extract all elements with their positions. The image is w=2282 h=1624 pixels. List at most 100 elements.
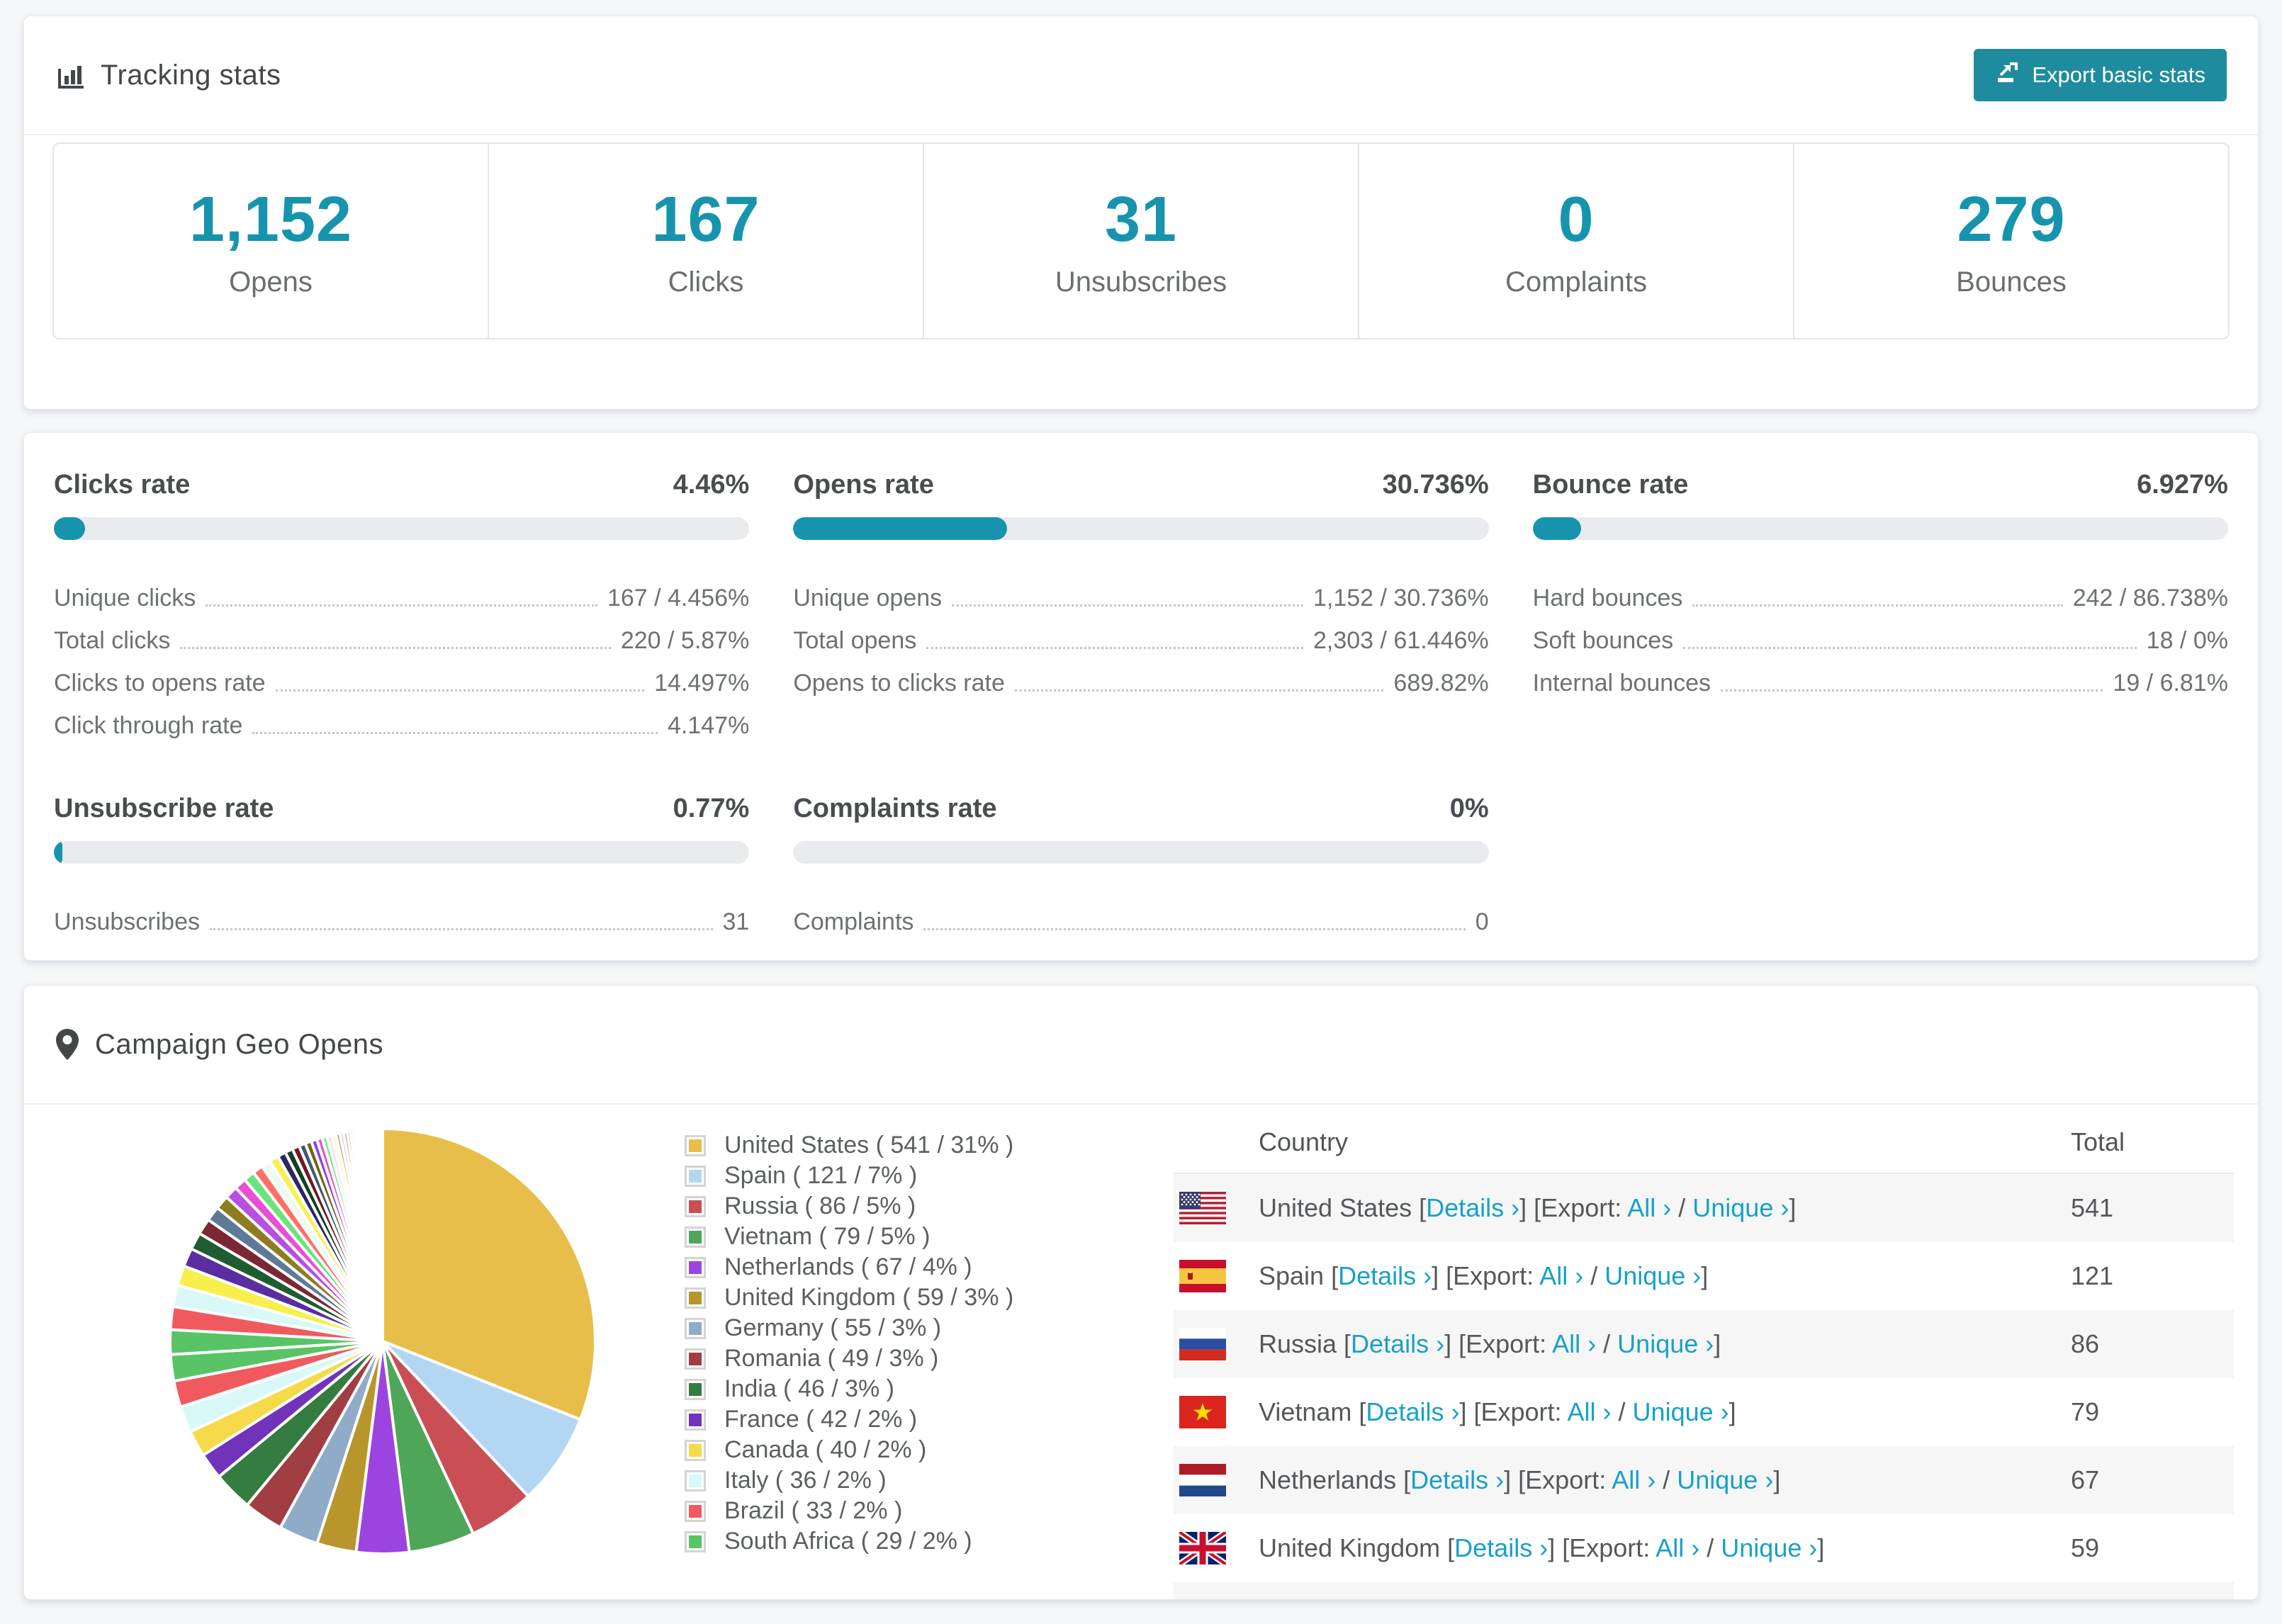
export-unique-link[interactable]: Unique › <box>1617 1329 1714 1358</box>
link-separator: / <box>1583 1261 1605 1290</box>
rate-row-value: 2,303 / 61.446% <box>1313 627 1489 654</box>
link-separator: / <box>1611 1397 1633 1426</box>
dotted-leader <box>1692 604 2063 607</box>
geo-pie-chart[interactable] <box>163 1122 602 1561</box>
rate-panel-value: 4.46% <box>673 470 750 500</box>
total-cell: 86 <box>2071 1329 2100 1358</box>
export-unique-link[interactable]: Unique › <box>1721 1533 1817 1562</box>
legend-item[interactable]: France ( 42 / 2% ) <box>685 1404 1013 1435</box>
details-link[interactable]: Details › <box>1351 1329 1444 1358</box>
dotted-leader <box>1014 689 1384 692</box>
rate-row-label: Hard bounces <box>1532 585 1683 611</box>
legend-item[interactable]: Brazil ( 33 / 2% ) <box>685 1496 1013 1526</box>
bracket-close: ] <box>1789 1193 1797 1222</box>
geo-header: Campaign Geo Opens <box>24 986 2258 1103</box>
rate-stat-row: Opens to clicks rate 689.82% <box>793 659 1488 701</box>
details-link[interactable]: Details › <box>1410 1465 1504 1494</box>
campaign-geo-opens-card: Campaign Geo Opens United States ( 541 /… <box>23 985 2259 1600</box>
bracket-close: ] <box>1701 1261 1709 1290</box>
legend-item[interactable]: Germany ( 55 / 3% ) <box>685 1313 1013 1343</box>
legend-item[interactable]: Canada ( 40 / 2% ) <box>685 1435 1013 1465</box>
rate-panel: Complaints rate 0% Complaints 0 <box>793 794 1489 940</box>
geo-table-row: Russia [Details ›] [Export: All › / Uniq… <box>1174 1310 2234 1378</box>
export-all-link[interactable]: All › <box>1627 1193 1671 1222</box>
export-all-link[interactable]: All › <box>1656 1533 1699 1562</box>
export-unique-link[interactable]: Unique › <box>1677 1465 1773 1494</box>
export-prefix: ] [Export: <box>1444 1329 1553 1358</box>
country-cell-text: Netherlands [Details ›] [Export: All › /… <box>1259 1465 1780 1495</box>
total-cell: 79 <box>2071 1397 2100 1426</box>
rate-row-label: Soft bounces <box>1532 627 1674 654</box>
bracket-close: ] <box>1773 1465 1781 1494</box>
export-all-link[interactable]: All › <box>1552 1329 1596 1358</box>
legend-item[interactable]: Italy ( 36 / 2% ) <box>685 1465 1013 1496</box>
total-cell: 121 <box>2071 1261 2114 1290</box>
export-unique-link[interactable]: Unique › <box>1633 1397 1729 1426</box>
export-unique-link[interactable]: Unique › <box>1692 1193 1789 1222</box>
legend-swatch <box>685 1348 706 1370</box>
link-separator: / <box>1671 1193 1693 1222</box>
stat-cell: 167 Clicks <box>488 144 923 338</box>
geo-legend: United States ( 541 / 31% ) Spain ( 121 … <box>685 1130 1013 1557</box>
progress-bar <box>793 841 1489 864</box>
export-all-link[interactable]: All › <box>1612 1465 1656 1494</box>
legend-swatch <box>685 1409 706 1431</box>
rate-row-label: Clicks to opens rate <box>54 670 266 697</box>
progress-bar <box>54 517 750 540</box>
rate-row-value: 14.497% <box>654 670 750 697</box>
country-cell-text: Vietnam [Details ›] [Export: All › / Uni… <box>1259 1397 1736 1427</box>
export-basic-stats-button[interactable]: Export basic stats <box>1974 49 2227 101</box>
map-pin-icon <box>55 1028 79 1061</box>
rate-row-value: 31 <box>722 908 750 935</box>
export-unique-link[interactable]: Unique › <box>1604 1261 1701 1290</box>
rate-panel-title: Unsubscribe rate <box>54 794 274 823</box>
country-name: United Kingdom [ <box>1259 1533 1455 1562</box>
rate-stat-row: Hard bounces 242 / 86.738% <box>1533 574 2228 616</box>
rate-stat-row: Unsubscribes 31 <box>54 898 749 940</box>
legend-item[interactable]: Romania ( 49 / 3% ) <box>685 1343 1013 1374</box>
export-all-link[interactable]: All › <box>1568 1397 1612 1426</box>
rates-card: Clicks rate 4.46% Unique clicks 167 / 4.… <box>23 432 2259 961</box>
legend-item[interactable]: Netherlands ( 67 / 4% ) <box>685 1252 1013 1282</box>
total-cell: 541 <box>2071 1193 2114 1222</box>
rate-row-label: Complaints <box>793 908 914 935</box>
legend-item[interactable]: South Africa ( 29 / 2% ) <box>685 1526 1013 1557</box>
stat-value: 1,152 <box>189 184 353 255</box>
dotted-leader <box>275 689 645 692</box>
legend-item[interactable]: Vietnam ( 79 / 5% ) <box>685 1222 1013 1252</box>
rate-row-value: 242 / 86.738% <box>2072 585 2228 611</box>
rate-row-value: 689.82% <box>1393 670 1489 697</box>
bracket-close: ] <box>1729 1397 1736 1426</box>
rate-panel-title: Complaints rate <box>793 794 997 823</box>
bracket-close: ] <box>1714 1329 1721 1358</box>
legend-item[interactable]: United Kingdom ( 59 / 3% ) <box>685 1282 1013 1313</box>
details-link[interactable]: Details › <box>1366 1397 1459 1426</box>
rate-row-label: Click through rate <box>54 712 243 739</box>
legend-swatch <box>685 1287 706 1309</box>
stat-value: 167 <box>651 184 760 255</box>
rate-stat-row: Unique opens 1,152 / 30.736% <box>793 574 1488 616</box>
stat-label: Opens <box>229 266 313 298</box>
rate-panel: Bounce rate 6.927% Hard bounces 242 / 86… <box>1532 470 2228 744</box>
legend-item[interactable]: Russia ( 86 / 5% ) <box>685 1191 1013 1222</box>
dotted-leader <box>923 928 1466 930</box>
export-all-link[interactable]: All › <box>1539 1261 1583 1290</box>
stat-value: 0 <box>1558 184 1595 255</box>
legend-item[interactable]: India ( 46 / 3% ) <box>685 1374 1013 1404</box>
stat-label: Complaints <box>1505 266 1648 298</box>
dotted-leader <box>1721 689 2103 692</box>
rate-stat-row: Complaints 0 <box>793 898 1488 940</box>
details-link[interactable]: Details › <box>1454 1533 1548 1562</box>
legend-item[interactable]: United States ( 541 / 31% ) <box>685 1130 1013 1161</box>
details-link[interactable]: Details › <box>1338 1261 1432 1290</box>
geo-table-row: Vietnam [Details ›] [Export: All › / Uni… <box>1174 1378 2234 1446</box>
legend-item[interactable]: Spain ( 121 / 7% ) <box>685 1161 1013 1191</box>
details-link[interactable]: Details › <box>1426 1193 1519 1222</box>
stat-value: 31 <box>1104 184 1178 255</box>
legend-swatch <box>685 1317 706 1339</box>
geo-title-text: Campaign Geo Opens <box>95 1028 384 1060</box>
legend-label: United States ( 541 / 31% ) <box>724 1132 1014 1158</box>
dotted-leader <box>952 604 1303 607</box>
legend-swatch <box>685 1134 706 1156</box>
rate-stat-row: Total clicks 220 / 5.87% <box>54 616 749 659</box>
